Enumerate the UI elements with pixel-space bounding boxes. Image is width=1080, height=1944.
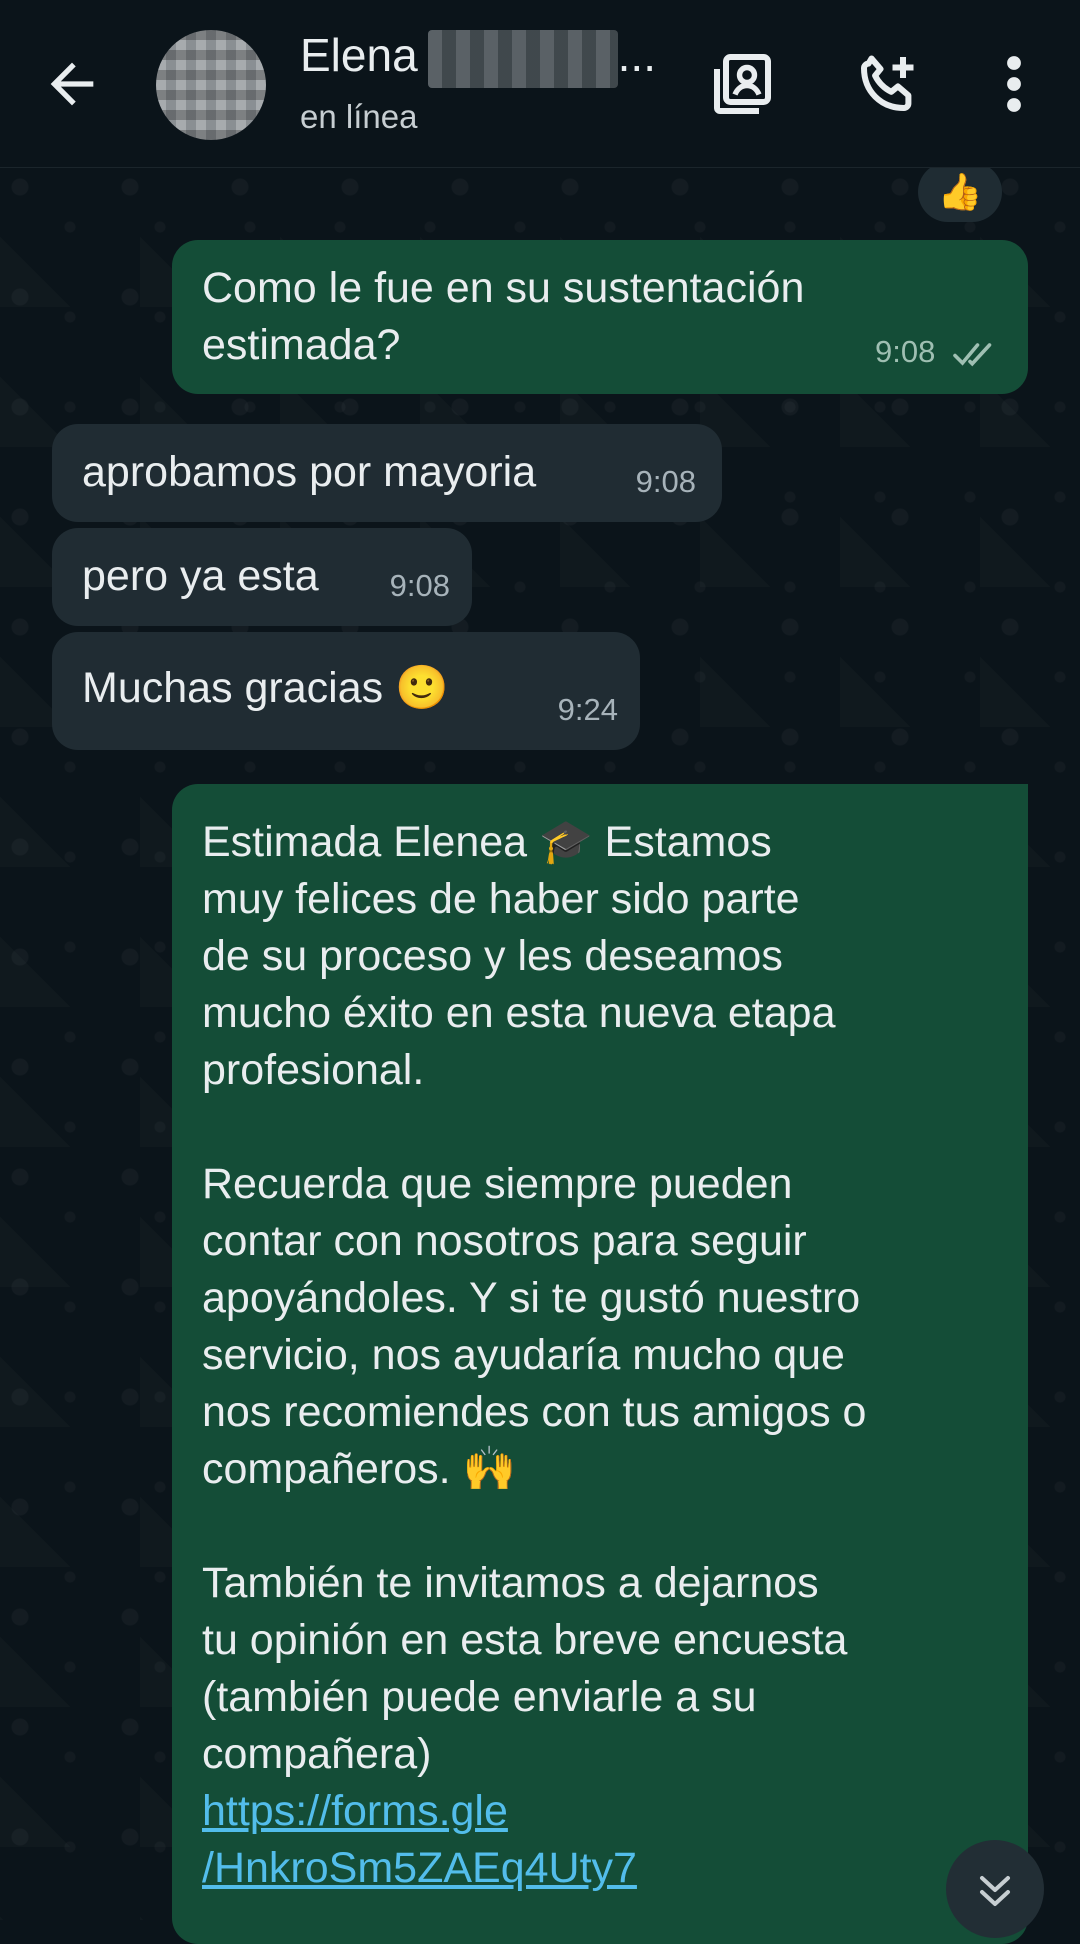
incoming-message[interactable]: Muchas gracias 🙂 9:24 [52, 632, 640, 750]
avatar[interactable] [156, 30, 266, 140]
message-time-text: 9:08 [875, 334, 936, 369]
message-line: contar con nosotros para seguir [202, 1217, 807, 1265]
message-line: Como le fue en su sustentación [202, 264, 805, 312]
scroll-to-bottom-button[interactable] [946, 1840, 1044, 1938]
contact-name-text: Elena [300, 29, 418, 81]
reaction-badge[interactable]: 👍 [918, 162, 1002, 222]
message-paragraph: Recuerda que siempre pueden contar con n… [202, 1156, 998, 1498]
message-line: de su proceso y les deseamos [202, 932, 783, 980]
double-chevron-down-icon [980, 1876, 1010, 1906]
message-line: compañera) [202, 1730, 432, 1778]
message-paragraph: También te invitamos a dejarnos tu opini… [202, 1555, 998, 1897]
survey-link[interactable]: https://forms.gle /HnkroSm5ZAEq4Uty7 [202, 1783, 998, 1897]
outgoing-message[interactable]: Como le fue en su sustentación estimada?… [172, 240, 1028, 394]
link-line: https://forms.gle [202, 1787, 508, 1835]
message-line: Estimada Elenea 🎓 Estamos [202, 818, 772, 866]
add-call-icon[interactable] [852, 48, 924, 120]
message-line: compañeros. 🙌 [202, 1445, 517, 1493]
message-time: 9:08 [389, 568, 450, 603]
message-line: apoyándoles. Y si te gustó nuestro [202, 1274, 861, 1322]
contact-name[interactable]: Elena... [300, 28, 656, 88]
double-check-icon [953, 343, 992, 367]
message-text: pero ya esta [82, 552, 319, 600]
message-line: nos recomiendes con tus amigos o [202, 1388, 867, 1436]
message-time: 9:08 [635, 464, 696, 499]
link-line: /HnkroSm5ZAEq4Uty7 [202, 1844, 637, 1892]
more-vertical-icon[interactable] [990, 48, 1038, 120]
message-line: tu opinión en esta breve encuesta [202, 1616, 848, 1664]
arrow-left-icon[interactable] [40, 52, 104, 116]
thumbs-up-reaction: 👍 [937, 172, 983, 213]
message-line: profesional. [202, 1046, 425, 1094]
message-time: 9:08 [875, 323, 1000, 380]
message-line: mucho éxito en esta nueva etapa [202, 989, 836, 1037]
contact-status: en línea [300, 98, 418, 135]
message-paragraph: Estimada Elenea 🎓 Estamos muy felices de… [202, 814, 998, 1099]
message-text: aprobamos por mayoria [82, 448, 537, 496]
message-line: (también puede enviarle a su [202, 1673, 757, 1721]
message-line: servicio, nos ayudaría mucho que [202, 1331, 845, 1379]
outgoing-message[interactable]: Estimada Elenea 🎓 Estamos muy felices de… [172, 784, 1028, 1944]
incoming-message[interactable]: aprobamos por mayoria 9:08 [52, 424, 722, 522]
message-line: También te invitamos a dejarnos [202, 1559, 819, 1607]
message-time: 9:24 [557, 692, 618, 727]
name-ellipsis: ... [617, 29, 656, 81]
chat-header: Elena... en línea [0, 0, 1080, 168]
message-text: Muchas gracias 🙂 [82, 664, 449, 712]
message-line: Recuerda que siempre pueden [202, 1160, 793, 1208]
incoming-message[interactable]: pero ya esta 9:08 [52, 528, 472, 626]
redacted-surname [427, 29, 618, 88]
contacts-book-icon[interactable] [708, 48, 780, 120]
message-line: muy felices de haber sido parte [202, 875, 800, 923]
